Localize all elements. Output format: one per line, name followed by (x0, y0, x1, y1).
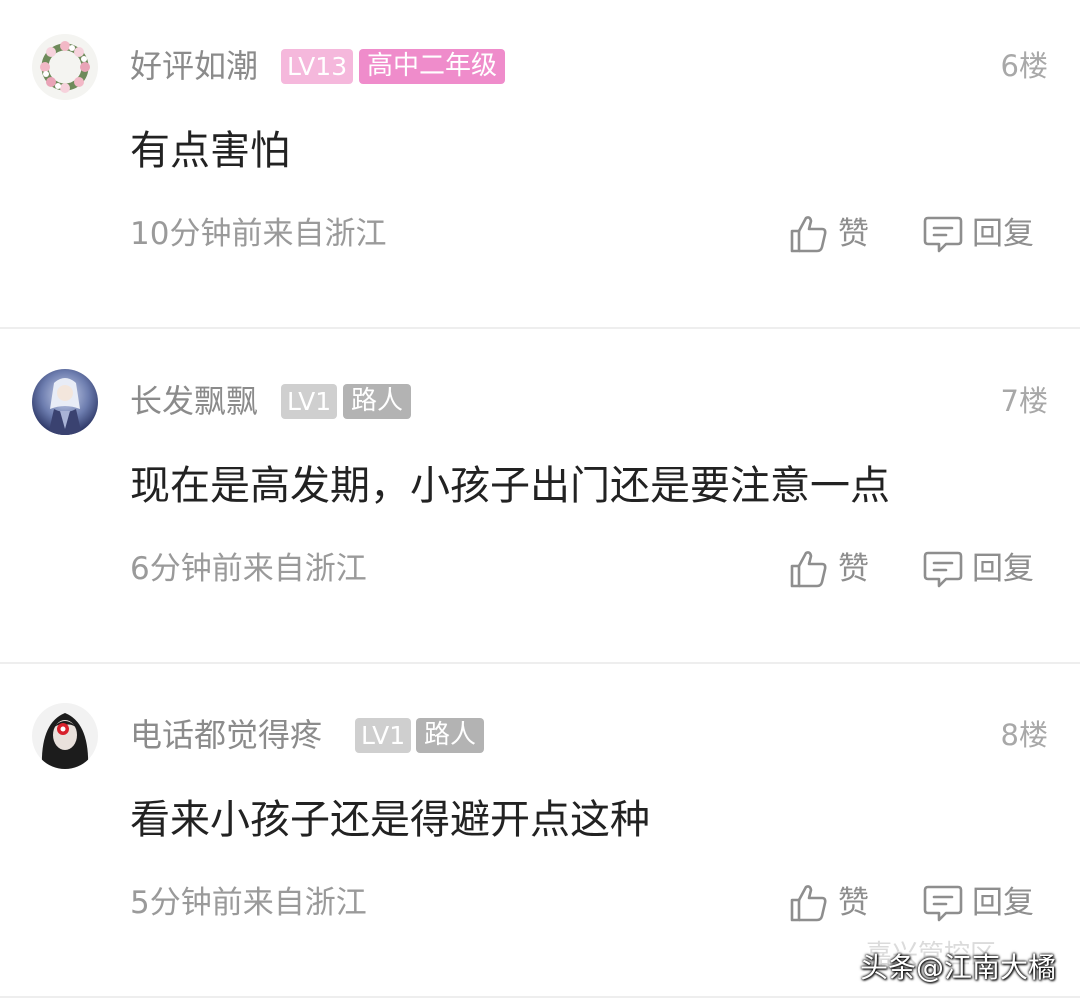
floor-number: 8楼 (1000, 718, 1048, 752)
comment-list: 好评如潮 LV13 高中二年级 6楼 有点害怕 10分钟前来自浙江 赞 回复 长… (0, 0, 1080, 1002)
like-label: 赞 (838, 551, 869, 587)
avatar[interactable] (32, 34, 98, 100)
like-button[interactable]: 赞 (788, 210, 869, 258)
comment-meta: 10分钟前来自浙江 (130, 216, 387, 252)
like-label: 赞 (838, 885, 869, 921)
comment-text: 有点害怕 (130, 128, 290, 174)
comment-meta: 6分钟前来自浙江 (130, 551, 367, 587)
avatar[interactable] (32, 369, 98, 435)
floor-number: 7楼 (1000, 384, 1048, 418)
username[interactable]: 好评如潮 (130, 46, 258, 86)
source-watermark: 头条 @江南大橘 (860, 942, 1056, 990)
comment-item: 长发飘飘 LV1 路人 7楼 现在是高发期，小孩子出门还是要注意一点 6分钟前来… (0, 335, 1080, 669)
like-button[interactable]: 赞 (788, 879, 869, 927)
thumbs-up-icon (788, 548, 830, 590)
like-label: 赞 (838, 216, 869, 252)
comment-bubble-icon (922, 882, 964, 924)
watermark-handle: @江南大橘 (915, 951, 1056, 984)
thumbs-up-icon (788, 213, 830, 255)
level-badge: LV1 (281, 384, 338, 419)
level-badge: LV1 (355, 718, 412, 753)
reply-label: 回复 (972, 216, 1034, 252)
username[interactable]: 长发飘飘 (130, 381, 258, 421)
user-title-badge: 路人 (416, 718, 485, 753)
reply-button[interactable]: 回复 (922, 879, 1034, 927)
comment-item: 好评如潮 LV13 高中二年级 6楼 有点害怕 10分钟前来自浙江 赞 回复 (0, 0, 1080, 334)
divider (0, 327, 1080, 329)
comment-bubble-icon (922, 213, 964, 255)
anime-knight-avatar-icon (32, 369, 98, 435)
comment-text: 看来小孩子还是得避开点这种 (130, 797, 650, 843)
level-badge: LV13 (281, 49, 354, 84)
thumbs-up-icon (788, 882, 830, 924)
username[interactable]: 电话都觉得疼 (130, 715, 322, 755)
user-title-badge: 路人 (343, 384, 412, 419)
user-title-badge: 高中二年级 (359, 49, 506, 84)
comment-meta: 5分钟前来自浙江 (130, 885, 367, 921)
dark-hair-girl-avatar-icon (32, 703, 98, 769)
avatar[interactable] (32, 703, 98, 769)
reply-button[interactable]: 回复 (922, 210, 1034, 258)
divider (0, 996, 1080, 998)
like-button[interactable]: 赞 (788, 545, 869, 593)
comment-bubble-icon (922, 548, 964, 590)
reply-label: 回复 (972, 885, 1034, 921)
reply-button[interactable]: 回复 (922, 545, 1034, 593)
reply-label: 回复 (972, 551, 1034, 587)
watermark-source: 头条 (859, 951, 916, 984)
flower-wreath-avatar-icon (32, 34, 98, 100)
divider (0, 662, 1080, 664)
comment-text: 现在是高发期，小孩子出门还是要注意一点 (130, 463, 890, 509)
floor-number: 6楼 (1000, 49, 1048, 83)
